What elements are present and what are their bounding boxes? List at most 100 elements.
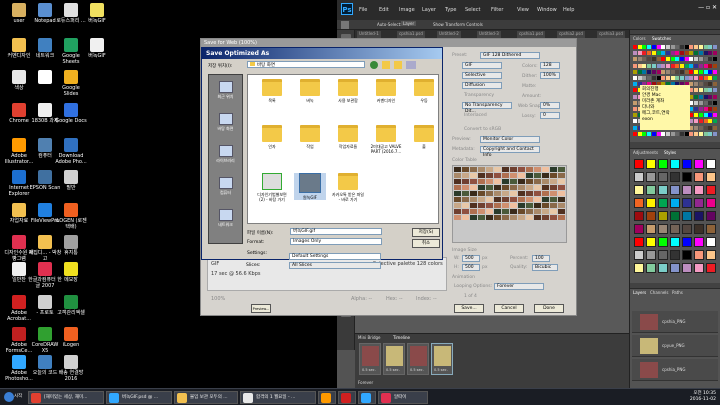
color-swatch[interactable] xyxy=(637,131,642,136)
style-swatch[interactable] xyxy=(634,263,644,273)
cancel-button[interactable]: 취소 xyxy=(412,239,440,248)
color-swatch[interactable] xyxy=(703,88,708,93)
style-swatch[interactable] xyxy=(634,172,644,182)
color-swatch[interactable] xyxy=(694,76,699,80)
color-table-cell[interactable] xyxy=(534,179,541,184)
dither-algo-select[interactable]: Diffusion xyxy=(462,82,502,89)
style-swatch[interactable] xyxy=(706,198,716,208)
location-select[interactable]: 바탕 화면 xyxy=(247,61,365,68)
style-swatch[interactable] xyxy=(706,159,716,169)
document-tab[interactable]: cpshia1.psd xyxy=(517,31,545,38)
color-swatch[interactable] xyxy=(703,131,708,136)
color-table-cell[interactable] xyxy=(542,179,549,184)
zoom-level[interactable]: 100% xyxy=(211,296,225,302)
color-swatch[interactable] xyxy=(698,94,703,99)
color-table-cell[interactable] xyxy=(534,215,541,220)
channels-tab[interactable]: Channels xyxy=(650,290,669,295)
color-swatch[interactable] xyxy=(712,88,717,93)
color-swatch[interactable] xyxy=(633,57,637,62)
taskbar-item[interactable]: 불임 보관 모두의 ... xyxy=(174,391,238,404)
style-swatch[interactable] xyxy=(682,237,692,247)
style-swatch[interactable] xyxy=(706,224,716,234)
mini-bridge-tab[interactable]: Mini Bridge xyxy=(358,335,381,340)
menu-layer[interactable]: Layer xyxy=(422,7,436,13)
color-table-cell[interactable] xyxy=(478,203,485,208)
color-swatch[interactable] xyxy=(698,100,703,105)
place-item[interactable]: 최근 위치 xyxy=(209,81,242,100)
color-swatch[interactable] xyxy=(712,131,717,136)
style-swatch[interactable] xyxy=(694,224,704,234)
document-tab[interactable]: cpshia3.psd xyxy=(597,31,625,38)
style-swatch[interactable] xyxy=(670,172,680,182)
color-swatch[interactable] xyxy=(665,45,670,49)
color-table-cell[interactable] xyxy=(558,179,565,184)
color-table-cell[interactable] xyxy=(550,203,557,208)
window-controls[interactable]: — ▫ ✕ xyxy=(687,4,717,14)
color-swatch[interactable] xyxy=(694,119,699,124)
layer-row[interactable]: cpshia_PNG xyxy=(632,311,718,333)
color-table-cell[interactable] xyxy=(542,173,549,178)
color-swatch[interactable] xyxy=(708,69,713,74)
color-table-cell[interactable] xyxy=(470,167,477,172)
layer-select[interactable]: Layer xyxy=(401,21,417,26)
color-swatch[interactable] xyxy=(712,100,717,105)
color-table-cell[interactable] xyxy=(486,167,493,172)
color-swatch[interactable] xyxy=(670,45,675,49)
color-table[interactable] xyxy=(452,165,567,243)
color-swatch[interactable] xyxy=(642,63,647,68)
color-swatch[interactable] xyxy=(670,63,675,68)
color-table-cell[interactable] xyxy=(534,173,541,178)
color-swatch[interactable] xyxy=(703,45,708,49)
menu-edit[interactable]: Edit xyxy=(379,7,389,13)
menu-view[interactable]: View xyxy=(517,7,529,13)
color-swatch[interactable] xyxy=(694,113,699,118)
color-swatch[interactable] xyxy=(656,131,661,136)
color-table-cell[interactable] xyxy=(486,173,493,178)
color-swatch[interactable] xyxy=(637,45,642,49)
color-table-cell[interactable] xyxy=(502,185,509,190)
style-swatch[interactable] xyxy=(670,185,680,195)
color-swatch[interactable] xyxy=(694,57,699,62)
color-table-cell[interactable] xyxy=(502,215,509,220)
color-swatch[interactable] xyxy=(633,63,637,68)
file-item[interactable]: 카카오톡 받은 파일 - 바로 가기 xyxy=(332,173,364,202)
color-swatch[interactable] xyxy=(675,63,680,68)
file-item[interactable]: 2미대공고 VALVE PART (2016.7... xyxy=(370,125,402,154)
color-swatch[interactable] xyxy=(647,63,652,68)
color-swatch[interactable] xyxy=(689,51,694,56)
color-swatch[interactable] xyxy=(703,100,708,105)
sfw-cancel-button[interactable]: Cancel xyxy=(494,304,524,313)
color-table-cell[interactable] xyxy=(510,203,517,208)
desktop-icon[interactable]: Download Adobe Pho... xyxy=(54,138,88,165)
animation-frame[interactable]: 0.5 sec. xyxy=(431,343,453,375)
color-table-cell[interactable] xyxy=(494,185,501,190)
color-table-cell[interactable] xyxy=(486,215,493,220)
color-table-cell[interactable] xyxy=(534,191,541,196)
color-swatch[interactable] xyxy=(680,76,684,80)
style-swatch[interactable] xyxy=(634,185,644,195)
menu-filter[interactable]: Filter xyxy=(491,7,503,13)
color-swatch[interactable] xyxy=(694,107,699,111)
color-swatch[interactable] xyxy=(708,113,713,118)
animation-frame[interactable]: 0.5 sec. xyxy=(407,343,429,375)
color-swatch[interactable] xyxy=(647,76,652,80)
color-table-cell[interactable] xyxy=(502,191,509,196)
styles-tab[interactable]: Styles xyxy=(664,150,676,155)
color-table-cell[interactable] xyxy=(462,179,469,184)
color-swatch[interactable] xyxy=(670,57,675,62)
taskbar-item[interactable]: 버녹GIF.psd @ ... xyxy=(106,391,172,404)
colors-tab[interactable]: Colors xyxy=(633,36,646,41)
style-swatch[interactable] xyxy=(658,250,668,260)
color-table-cell[interactable] xyxy=(478,215,485,220)
color-table-cell[interactable] xyxy=(454,197,461,202)
style-swatch[interactable] xyxy=(670,250,680,260)
adjustments-tab[interactable]: Adjustments xyxy=(633,150,658,155)
file-item[interactable]: 디자인기법별보면 (2) - 바탕 가기 xyxy=(256,173,288,202)
color-table-cell[interactable] xyxy=(550,209,557,214)
color-table-cell[interactable] xyxy=(502,179,509,184)
file-item[interactable]: 인자 xyxy=(256,125,288,149)
preview-select[interactable]: Monitor Color xyxy=(480,136,540,143)
color-swatch[interactable] xyxy=(637,69,642,74)
file-item[interactable]: 작업자료들 xyxy=(332,125,364,149)
desktop-icon[interactable]: 고객관리엑셀 xyxy=(54,295,88,316)
